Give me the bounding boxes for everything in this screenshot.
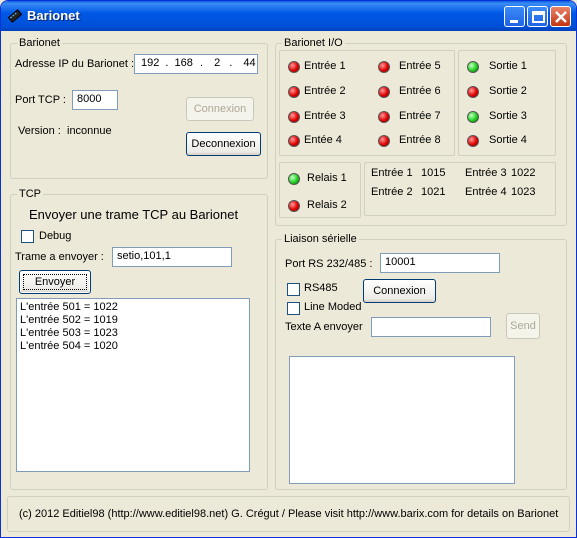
debug-label: Debug [39,230,72,242]
linemode-label: Line Moded [304,301,362,313]
rs485-label: RS485 [304,282,338,294]
analog-2-value: 1021 [421,186,446,198]
input-8-label: Entrée 8 [399,134,441,146]
send-tcp-button[interactable]: Envoyer [19,270,91,294]
rs485-checkbox[interactable] [287,283,300,296]
input-3-label: Entrée 3 [304,110,346,122]
analog-panel: Entrée 1 1015 Entrée 2 1021 Entrée 3 102… [364,162,556,216]
input-1-label: Entrée 1 [304,60,346,72]
io-group: Barionet I/O Entrée 1 Entrée 2 Entrée 3 … [275,37,567,226]
input-3-led [288,111,300,123]
serial-connect-button[interactable]: Connexion [363,279,436,303]
relays-panel: Relais 1 Relais 2 [279,162,361,218]
close-icon [555,11,567,23]
serial-text-label: Texte A envoyer [285,321,363,333]
analog-4-label: Entrée 4 [465,186,507,198]
input-6-label: Entrée 6 [399,85,441,97]
input-4-label: Entée 4 [304,134,342,146]
input-4-led [288,135,300,147]
analog-3-value: 1022 [511,167,536,179]
disconnect-button[interactable]: Deconnexion [186,132,261,156]
port-tcp-label: Port TCP : [15,94,66,106]
output-1-label: Sortie 1 [489,60,527,72]
ip-octet-1[interactable]: 192 [141,57,159,69]
tcp-heading: Envoyer une trame TCP au Barionet [29,207,239,222]
input-7-led [378,111,390,123]
minimize-button[interactable] [504,6,525,27]
input-1-led [288,61,300,73]
tcp-group-title: TCP [17,188,43,200]
tcp-group: TCP Envoyer une trame TCP au Barionet De… [10,188,268,490]
input-7-label: Entrée 7 [399,110,441,122]
title-bar[interactable]: Barionet [1,1,576,31]
output-2-led[interactable] [467,86,479,98]
serial-group-title: Liaison sérielle [282,233,359,245]
ip-octet-4[interactable]: 44 [239,57,255,69]
version-label: Version : [18,125,61,137]
ip-address-field[interactable]: 192 . 168 . 2 . 44 [134,54,258,74]
analog-1-label: Entrée 1 [371,167,413,179]
list-item: L'entrée 501 = 1022 [20,301,118,313]
ip-octet-3[interactable]: 2 [210,57,220,69]
analog-1-value: 1015 [421,167,446,179]
debug-checkbox[interactable] [21,230,34,243]
output-4-label: Sortie 4 [489,134,527,146]
input-2-label: Entrée 2 [304,85,346,97]
tcp-log-list[interactable]: L'entrée 501 = 1022 L'entrée 502 = 1019 … [16,298,250,472]
relay-1-led[interactable] [288,173,300,185]
frame-input[interactable]: setio,101,1 [112,247,232,267]
input-5-led [378,61,390,73]
output-4-led[interactable] [467,135,479,147]
ip-label: Adresse IP du Barionet : [15,58,135,70]
input-5-label: Entrée 5 [399,60,441,72]
analog-4-value: 1023 [511,186,536,198]
client-area: Barionet Adresse IP du Barionet : 192 . … [1,31,576,537]
output-3-led[interactable] [467,111,479,123]
barionet-group-title: Barionet [17,37,62,49]
footer-text: (c) 2012 Editiel98 (http://www.editiel98… [19,508,559,520]
app-window: Barionet Barionet Adresse IP du Barionet… [0,0,577,538]
relay-2-led[interactable] [288,200,300,212]
serial-text-input[interactable] [371,317,491,337]
ip-octet-2[interactable]: 168 [175,57,193,69]
inputs-panel: Entrée 1 Entrée 2 Entrée 3 Entée 4 Entré… [279,50,455,156]
list-item: L'entrée 504 = 1020 [20,340,118,352]
output-3-label: Sortie 3 [489,110,527,122]
relay-2-label: Relais 2 [307,199,347,211]
frame-label: Trame a envoyer : [15,251,104,263]
list-item: L'entrée 502 = 1019 [20,314,118,326]
serial-port-input[interactable]: 10001 [380,253,500,273]
serial-group: Liaison sérielle Port RS 232/485 : 10001… [275,233,567,490]
footer-panel: (c) 2012 Editiel98 (http://www.editiel98… [7,496,570,532]
barionet-device-icon [7,8,23,24]
version-value: inconnue [67,125,112,137]
minimize-icon [510,20,518,23]
close-button[interactable] [550,6,571,27]
list-item: L'entrée 503 = 1023 [20,327,118,339]
serial-output-box[interactable] [289,356,515,484]
input-2-led [288,86,300,98]
outputs-panel: Sortie 1 Sortie 2 Sortie 3 Sortie 4 [458,50,556,156]
maximize-button[interactable] [527,6,548,27]
analog-3-label: Entrée 3 [465,167,507,179]
io-group-title: Barionet I/O [282,37,345,49]
analog-2-label: Entrée 2 [371,186,413,198]
connect-button[interactable]: Connexion [186,97,254,121]
serial-port-label: Port RS 232/485 : [285,258,373,270]
relay-1-label: Relais 1 [307,172,347,184]
input-6-led [378,86,390,98]
window-title: Barionet [27,8,80,23]
output-1-led[interactable] [467,61,479,73]
maximize-icon [532,11,545,23]
linemode-checkbox[interactable] [287,302,300,315]
serial-send-button[interactable]: Send [506,313,540,339]
output-2-label: Sortie 2 [489,85,527,97]
barionet-group: Barionet Adresse IP du Barionet : 192 . … [10,37,268,179]
input-8-led [378,135,390,147]
port-tcp-input[interactable]: 8000 [72,90,118,110]
